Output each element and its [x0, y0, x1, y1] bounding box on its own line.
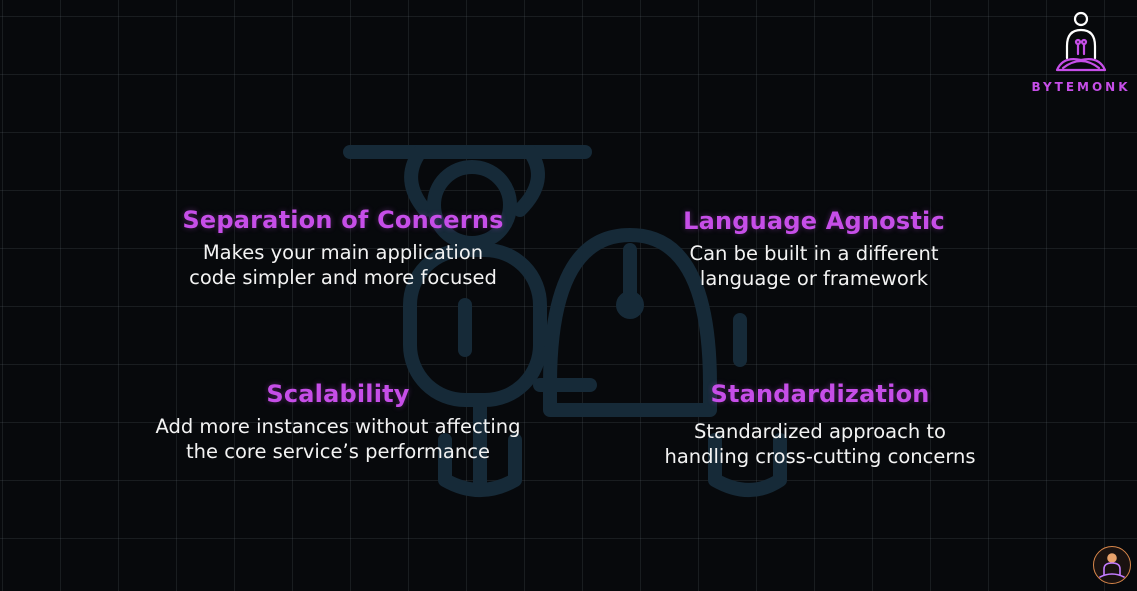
- card-title: Separation of Concerns: [182, 206, 504, 234]
- feature-card-standardization: Standardization Standardized approach to…: [620, 380, 1020, 469]
- card-description: Can be built in a different language or …: [614, 241, 1014, 291]
- card-description-line: code simpler and more focused: [189, 266, 497, 289]
- card-description-line: Makes your main application: [202, 241, 484, 264]
- card-title: Language Agnostic: [683, 207, 945, 235]
- card-description-line: Add more instances without affecting: [155, 415, 521, 438]
- monk-avatar-icon: [1099, 553, 1125, 578]
- card-title: Scalability: [266, 380, 410, 408]
- card-description-line: language or framework: [699, 267, 929, 290]
- feature-card-language-agnostic: Language Agnostic Can be built in a diff…: [614, 207, 1014, 291]
- card-description: Add more instances without affecting the…: [118, 414, 558, 464]
- monk-meditating-icon: [1055, 11, 1107, 72]
- card-description: Makes your main application code simpler…: [143, 240, 543, 290]
- card-description-line: Can be built in a different: [689, 242, 939, 265]
- brand-name: BYTEMONK: [1031, 80, 1131, 94]
- card-description-line: the core service’s performance: [186, 440, 490, 463]
- brand-logo: BYTEMONK: [1028, 10, 1134, 94]
- card-description: Standardized approach to handling cross-…: [620, 419, 1020, 469]
- card-title: Standardization: [710, 380, 930, 408]
- card-description-line: handling cross-cutting concerns: [664, 445, 976, 468]
- channel-avatar-icon[interactable]: [1093, 546, 1131, 584]
- feature-card-scalability: Scalability Add more instances without a…: [118, 380, 558, 464]
- card-description-line: Standardized approach to: [694, 420, 946, 443]
- feature-card-separation-of-concerns: Separation of Concerns Makes your main a…: [143, 206, 543, 290]
